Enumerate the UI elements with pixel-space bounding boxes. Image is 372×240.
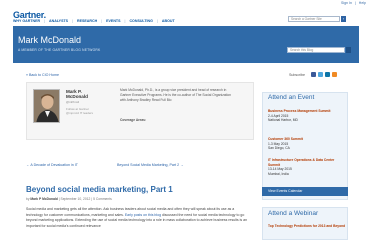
- utility-links: Sign In | Help: [339, 1, 366, 5]
- post-body: Social media and marketing gets all the …: [26, 207, 250, 229]
- blog-search-button[interactable]: [346, 47, 351, 53]
- author-avatar: [33, 89, 60, 123]
- event-title: IT Infrastructure Operations & Data Cent…: [268, 158, 335, 167]
- author-handle[interactable]: @mPmcd: [66, 100, 79, 104]
- blog-subtitle: A MEMBER OF THE GARTNER BLOG NETWORK: [18, 48, 101, 52]
- blog-title[interactable]: Mark McDonald: [18, 35, 81, 45]
- event-item[interactable]: Customer 360 Summit 1-3 May 2015 San Die…: [268, 137, 340, 151]
- webinar-item-link[interactable]: Top Technology Predictions for 2013 and …: [268, 224, 346, 229]
- previous-post-link[interactable]: ← A Decade of Devaluation in IT: [26, 163, 78, 167]
- early-posts-link[interactable]: Early posts on this blog: [125, 213, 161, 217]
- post-title[interactable]: Beyond social media marketing, Part 1: [26, 185, 173, 194]
- attend-webinar-heading: Attend a Webinar: [268, 210, 319, 217]
- blog-search-input[interactable]: Search this Blog: [287, 47, 345, 53]
- utility-separator: |: [354, 1, 356, 5]
- subscribe-label: Subscribe: [289, 73, 305, 77]
- nav-analysts[interactable]: ANALYSTS: [49, 19, 68, 23]
- event-place: San Diego, CA: [268, 146, 290, 150]
- view-events-calendar-button[interactable]: View Events Calendar: [262, 187, 348, 196]
- nav-separator: |: [72, 19, 74, 23]
- post-meta: by Mark P McDonald | September 10, 2012 …: [26, 197, 112, 201]
- nav-events[interactable]: EVENTS: [106, 19, 120, 23]
- next-post-link[interactable]: Beyond Social Media Marketing, Part 2 →: [117, 163, 184, 167]
- author-follow-text[interactable]: Follow at Gartner @mpmcd IT leaders: [66, 107, 93, 115]
- main-nav: WHY GARTNER | ANALYSTS | RESEARCH | EVENTS |…: [13, 19, 175, 23]
- nav-consulting[interactable]: CONSULTING: [129, 19, 153, 23]
- site-search-button[interactable]: ›: [341, 16, 346, 22]
- author-name[interactable]: Mark P. McDonald: [66, 89, 88, 99]
- post-date-comments[interactable]: | September 10, 2012 | 5 Comments: [58, 197, 112, 201]
- post-meta-by: by: [26, 197, 30, 201]
- facebook-icon[interactable]: [311, 72, 316, 77]
- author-bio: Mark McDonald, Ph.D., is a group vice pr…: [120, 88, 231, 102]
- subscribe-icons: [311, 72, 337, 77]
- nav-separator: |: [101, 19, 103, 23]
- twitter-icon[interactable]: [318, 72, 323, 77]
- event-place: National Harbor, MD: [268, 118, 298, 122]
- author-photo-image: [34, 90, 59, 122]
- nav-why-gartner[interactable]: WHY GARTNER: [13, 19, 40, 23]
- nav-about[interactable]: ABOUT: [162, 19, 175, 23]
- utility-bar: [0, 0, 372, 8]
- event-title: Business Process Management Summit: [268, 109, 331, 113]
- sign-in-link[interactable]: Sign In: [341, 1, 352, 5]
- nav-separator: |: [44, 19, 46, 23]
- nav-research[interactable]: RESEARCH: [77, 19, 97, 23]
- back-to-cio-home-link[interactable]: « Back to CIO Home: [26, 73, 59, 77]
- post-author-link[interactable]: Mark P McDonald: [30, 197, 57, 201]
- attend-event-heading: Attend an Event: [268, 94, 315, 101]
- coverage-areas-label: Coverage Areas:: [120, 118, 147, 122]
- site-search-input[interactable]: Search a Gartner Site: [288, 16, 340, 22]
- author-last-name: McDonald: [66, 94, 88, 99]
- event-place: Mumbai, India: [268, 171, 289, 176]
- rss-icon[interactable]: [332, 72, 337, 77]
- nav-separator: |: [124, 19, 126, 23]
- event-item[interactable]: IT Infrastructure Operations & Data Cent…: [268, 158, 340, 176]
- event-item[interactable]: Business Process Management Summit 2-4 A…: [268, 109, 340, 123]
- nav-separator: |: [156, 19, 158, 23]
- linkedin-icon[interactable]: [325, 72, 330, 77]
- help-link[interactable]: Help: [359, 1, 366, 5]
